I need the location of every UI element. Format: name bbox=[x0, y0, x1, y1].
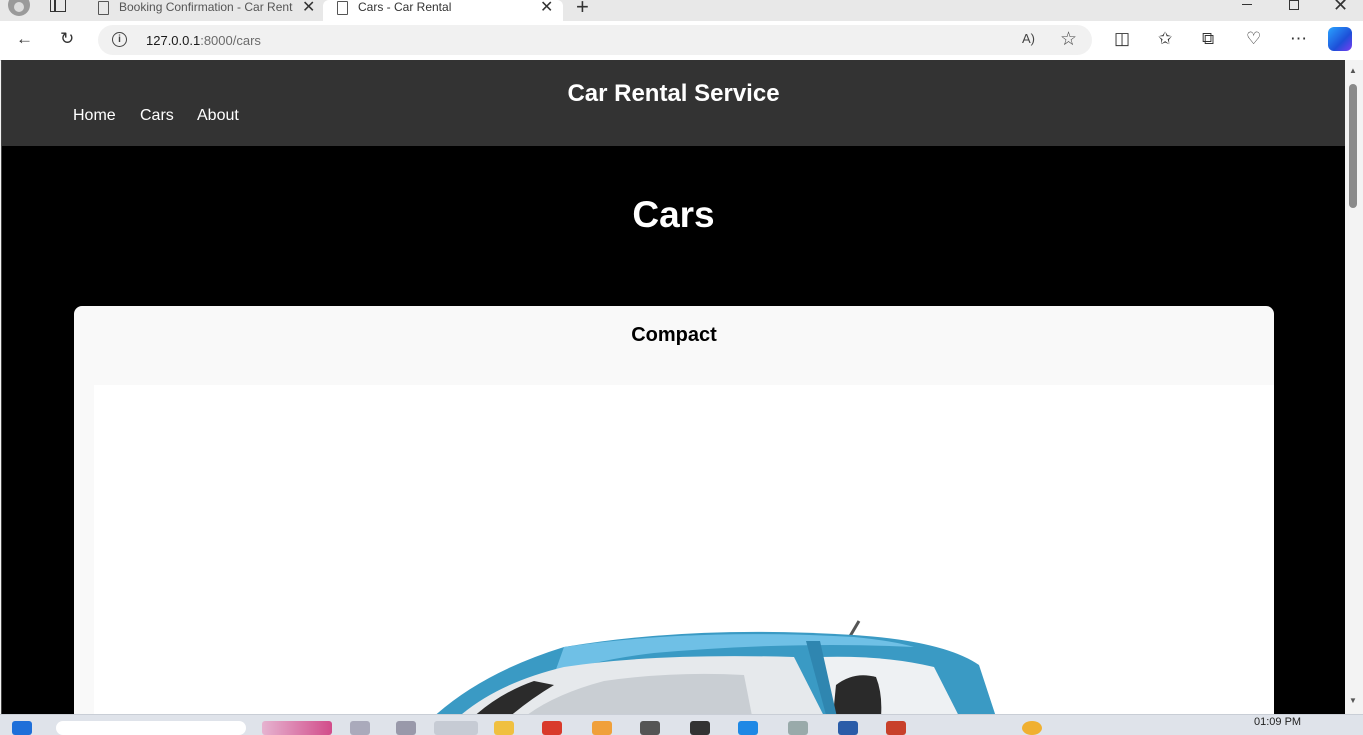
page-scrollbar[interactable]: ▲ ▼ bbox=[1345, 60, 1363, 714]
copilot-icon[interactable] bbox=[1328, 27, 1352, 51]
page-icon bbox=[98, 0, 109, 15]
close-icon[interactable]: ✕ bbox=[302, 0, 315, 17]
tab-booking-confirmation[interactable]: Booking Confirmation - Car Rent ✕ bbox=[86, 0, 322, 21]
tab-actions-icon[interactable] bbox=[50, 0, 66, 12]
tab-strip: Booking Confirmation - Car Rent ✕ Cars -… bbox=[0, 0, 1363, 21]
minimize-icon[interactable] bbox=[1242, 4, 1252, 5]
os-taskbar: 01:09 PM bbox=[0, 714, 1363, 735]
widgets-icon[interactable] bbox=[262, 721, 332, 735]
window-close-icon[interactable]: ✕ bbox=[1333, 0, 1348, 16]
refresh-icon[interactable]: ↻ bbox=[60, 29, 74, 49]
weather-icon[interactable] bbox=[1022, 721, 1042, 735]
nav-link-cars[interactable]: Cars bbox=[140, 107, 174, 125]
car-image bbox=[94, 385, 1274, 714]
search-icon[interactable] bbox=[350, 721, 370, 735]
more-options-icon[interactable]: ⋯ bbox=[1290, 29, 1307, 49]
chrome-icon[interactable] bbox=[542, 721, 562, 735]
vscode-icon[interactable] bbox=[738, 721, 758, 735]
page-title: Cars bbox=[632, 194, 715, 235]
car-illustration bbox=[436, 620, 996, 714]
edge-taskbar-icon[interactable] bbox=[434, 721, 478, 735]
page-viewport: Car Rental Service Home Cars About Cars … bbox=[1, 60, 1345, 714]
favorite-star-icon[interactable]: ☆ bbox=[1060, 28, 1077, 51]
url-text[interactable]: 127.0.0.1:8000/cars bbox=[146, 33, 261, 48]
back-icon[interactable]: ← bbox=[16, 29, 33, 49]
profile-avatar-icon[interactable] bbox=[8, 0, 30, 16]
car-name: Compact bbox=[631, 324, 717, 346]
tab-title: Booking Confirmation - Car Rent bbox=[119, 0, 293, 14]
scroll-down-icon[interactable]: ▼ bbox=[1349, 696, 1357, 705]
file-explorer-icon[interactable] bbox=[494, 721, 514, 735]
collections-icon[interactable]: ⧉ bbox=[1202, 29, 1214, 49]
scroll-up-icon[interactable]: ▲ bbox=[1349, 66, 1357, 75]
task-view-icon[interactable] bbox=[396, 721, 416, 735]
taskbar-clock[interactable]: 01:09 PM bbox=[1254, 716, 1301, 728]
page-icon bbox=[337, 0, 348, 15]
close-icon[interactable]: ✕ bbox=[540, 0, 553, 17]
address-bar[interactable]: i 127.0.0.1:8000/cars A) ☆ bbox=[98, 25, 1092, 55]
taskbar-search-box[interactable] bbox=[56, 721, 246, 735]
scroll-thumb[interactable] bbox=[1349, 84, 1357, 208]
nav-link-home[interactable]: Home bbox=[73, 107, 116, 125]
car-card: Compact bbox=[74, 306, 1274, 714]
site-title: Car Rental Service bbox=[567, 80, 780, 107]
restore-icon[interactable] bbox=[1289, 0, 1299, 10]
site-info-icon[interactable]: i bbox=[112, 32, 127, 47]
new-tab-icon[interactable]: + bbox=[576, 0, 589, 20]
office-icon[interactable] bbox=[886, 721, 906, 735]
browser-essentials-icon[interactable]: ♡ bbox=[1246, 29, 1261, 49]
tab-title: Cars - Car Rental bbox=[358, 0, 452, 14]
read-aloud-icon[interactable]: A) bbox=[1022, 31, 1035, 46]
site-header: Car Rental Service Home Cars About bbox=[2, 60, 1345, 146]
url-path: :8000/cars bbox=[200, 33, 261, 48]
store-icon[interactable] bbox=[640, 721, 660, 735]
start-icon[interactable] bbox=[12, 721, 32, 735]
app-icon[interactable] bbox=[592, 721, 612, 735]
favorites-icon[interactable]: ✩ bbox=[1158, 29, 1172, 49]
split-screen-icon[interactable]: ◫ bbox=[1114, 29, 1130, 49]
url-host: 127.0.0.1 bbox=[146, 33, 201, 48]
app-icon[interactable] bbox=[788, 721, 808, 735]
browser-toolbar: ← ↻ i 127.0.0.1:8000/cars A) ☆ ◫ ✩ ⧉ ♡ ⋯ bbox=[0, 21, 1363, 61]
nav-link-about[interactable]: About bbox=[197, 107, 239, 125]
tab-cars[interactable]: Cars - Car Rental ✕ bbox=[323, 0, 563, 21]
app-icon[interactable] bbox=[690, 721, 710, 735]
app-icon[interactable] bbox=[838, 721, 858, 735]
